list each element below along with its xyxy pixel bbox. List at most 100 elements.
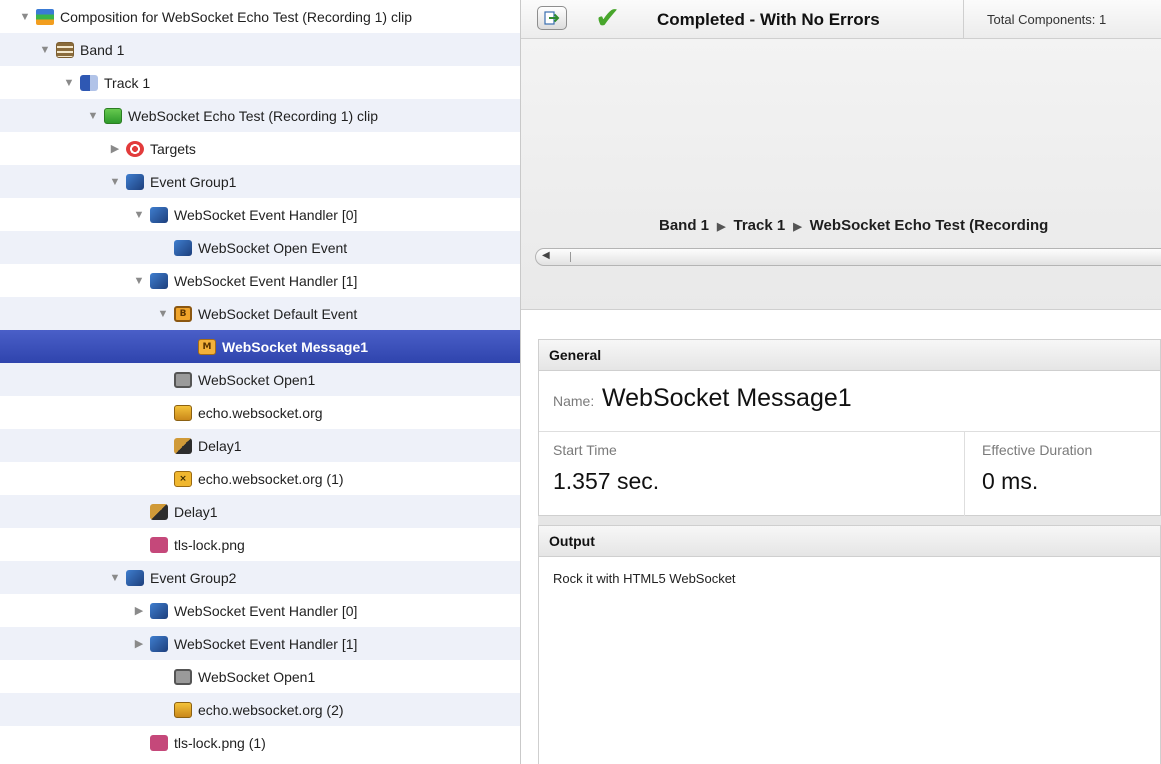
disclosure-expanded-icon[interactable]: ▼ <box>132 209 146 221</box>
output-section: Output Rock it with HTML5 WebSocket <box>538 525 1161 764</box>
name-row: Name: WebSocket Message1 <box>539 371 1160 432</box>
tree-row-label: WebSocket Open1 <box>198 668 316 685</box>
tree-row[interactable]: ▼ Event Group2 <box>0 561 520 594</box>
disclosure-collapsed-icon[interactable]: ▶ <box>132 604 146 617</box>
breadcrumb-clip[interactable]: WebSocket Echo Test (Recording <box>810 217 1049 234</box>
disclosure-expanded-icon[interactable]: ▼ <box>86 110 100 122</box>
disclosure-expanded-icon[interactable]: ▼ <box>132 275 146 287</box>
targets-icon <box>126 140 144 157</box>
tree-row-label: Composition for WebSocket Echo Test (Rec… <box>60 8 412 25</box>
breadcrumb-separator-icon: ▶ <box>793 221 802 233</box>
tree-row-label: Delay1 <box>198 437 242 454</box>
disclosure-collapsed-icon[interactable]: ▶ <box>132 637 146 650</box>
tree-row[interactable]: ▼ WebSocket Event Handler [0] <box>0 198 520 231</box>
tree-row[interactable]: echo.websocket.org (2) <box>0 693 520 726</box>
event-handler-icon <box>150 635 168 652</box>
disclosure-expanded-icon[interactable]: ▼ <box>108 176 122 188</box>
tree-row[interactable]: ▼ B WebSocket Default Event <box>0 297 520 330</box>
tree-row-label: Event Group2 <box>150 569 237 586</box>
breadcrumb-band[interactable]: Band 1 <box>659 217 709 234</box>
band-icon <box>56 41 74 58</box>
breadcrumb-track[interactable]: Track 1 <box>733 217 785 234</box>
tree-row[interactable]: ▼ Band 1 <box>0 33 520 66</box>
disclosure-collapsed-icon[interactable]: ▶ <box>108 142 122 155</box>
status-text: Completed - With No Errors <box>657 10 880 29</box>
general-section: General Name: WebSocket Message1 Start T… <box>538 339 1161 516</box>
tree-row[interactable]: Delay1 <box>0 495 520 528</box>
scroll-left-icon[interactable]: ◀ <box>542 250 550 261</box>
status-bar: ✔ Completed - With No Errors Total Compo… <box>521 0 1161 39</box>
tree-row-label: Event Group1 <box>150 173 237 190</box>
output-header: Output <box>539 526 1160 557</box>
tree-row[interactable]: ▼ Composition for WebSocket Echo Test (Re… <box>0 0 520 33</box>
tree-row[interactable]: ▼ Event Group1 <box>0 165 520 198</box>
tree-row[interactable]: WebSocket Open1 <box>0 363 520 396</box>
tree-row-label: tls-lock.png (1) <box>174 734 266 751</box>
start-time-value[interactable]: 1.357 sec. <box>553 468 659 495</box>
event-handler-icon <box>150 602 168 619</box>
disclosure-expanded-icon[interactable]: ▼ <box>38 44 52 56</box>
tree-row-label: Track 1 <box>104 74 151 91</box>
duration-value[interactable]: 0 ms. <box>982 468 1038 495</box>
websocket-open-icon <box>174 371 192 388</box>
tree-row-label: WebSocket Event Handler [1] <box>174 635 358 652</box>
tree-row[interactable]: ▼ WebSocket Echo Test (Recording 1) clip <box>0 99 520 132</box>
tree-row[interactable]: ▼ Track 1 <box>0 66 520 99</box>
tree-row[interactable]: ▶ WebSocket Event Handler [1] <box>0 627 520 660</box>
exit-arrow-icon <box>544 11 560 25</box>
tree-row-label: WebSocket Message1 <box>222 338 369 355</box>
status-divider <box>963 0 964 38</box>
clip-icon <box>104 107 122 124</box>
output-text[interactable]: Rock it with HTML5 WebSocket <box>539 557 1160 600</box>
time-row: Start Time 1.357 sec. Effective Duration… <box>539 432 1160 516</box>
tree-row[interactable]: Delay1 <box>0 429 520 462</box>
time-divider <box>964 432 965 516</box>
event-handler-icon <box>150 206 168 223</box>
tree-row[interactable]: tls-lock.png <box>0 528 520 561</box>
tree-row[interactable]: ▶ Targets <box>0 132 520 165</box>
tree-row[interactable]: M WebSocket Message1 <box>0 330 520 363</box>
tree-row-label: WebSocket Event Handler [0] <box>174 602 358 619</box>
close-connection-icon: × <box>174 470 192 487</box>
tree-row-label: Band 1 <box>80 41 125 58</box>
event-handler-icon <box>174 239 192 256</box>
name-value[interactable]: WebSocket Message1 <box>602 384 852 413</box>
tree-row[interactable]: WebSocket Open1 <box>0 660 520 693</box>
tree-row-label: Targets <box>150 140 196 157</box>
tree-row-label: WebSocket Event Handler [0] <box>174 206 358 223</box>
composition-tree[interactable]: ▼ Composition for WebSocket Echo Test (Re… <box>0 0 521 764</box>
disclosure-expanded-icon[interactable]: ▼ <box>18 11 32 23</box>
disclosure-expanded-icon[interactable]: ▼ <box>156 308 170 320</box>
tree-row[interactable]: echo.websocket.org <box>0 396 520 429</box>
delay-icon <box>174 437 192 454</box>
disclosure-expanded-icon[interactable]: ▼ <box>108 572 122 584</box>
connection-icon <box>174 404 192 421</box>
detail-panel: General Name: WebSocket Message1 Start T… <box>538 339 1161 764</box>
delay-icon <box>150 503 168 520</box>
breadcrumb: Band 1 ▶ Track 1 ▶ WebSocket Echo Test (Reco… <box>659 217 1048 234</box>
timeline-area[interactable]: Band 1 ▶ Track 1 ▶ WebSocket Echo Test (Reco… <box>521 39 1161 310</box>
track-icon <box>80 74 98 91</box>
event-group-icon <box>126 173 144 190</box>
exit-button[interactable] <box>537 6 567 30</box>
tree-row[interactable]: tls-lock.png (1) <box>0 726 520 759</box>
name-label: Name: <box>553 393 595 409</box>
success-check-icon: ✔ <box>595 1 621 36</box>
tree-row[interactable]: ▶ WebSocket Event Handler [0] <box>0 594 520 627</box>
tree-row-label: echo.websocket.org <box>198 404 323 421</box>
scroll-thumb[interactable] <box>570 252 579 262</box>
tree-row[interactable]: × echo.websocket.org (1) <box>0 462 520 495</box>
disclosure-expanded-icon[interactable]: ▼ <box>62 77 76 89</box>
tree-row-label: WebSocket Echo Test (Recording 1) clip <box>128 107 379 124</box>
default-event-icon: B <box>174 305 192 322</box>
tree-row-label: echo.websocket.org (1) <box>198 470 344 487</box>
timeline-scrollbar[interactable]: ◀ <box>535 248 1161 266</box>
tree-row-label: WebSocket Open1 <box>198 371 316 388</box>
tree-row[interactable]: WebSocket Open Event <box>0 231 520 264</box>
websocket-open-icon <box>174 668 192 685</box>
breadcrumb-separator-icon: ▶ <box>717 221 726 233</box>
connection-icon <box>174 701 192 718</box>
tree-row[interactable]: ▼ WebSocket Event Handler [1] <box>0 264 520 297</box>
image-icon <box>150 734 168 751</box>
event-group-icon <box>126 569 144 586</box>
